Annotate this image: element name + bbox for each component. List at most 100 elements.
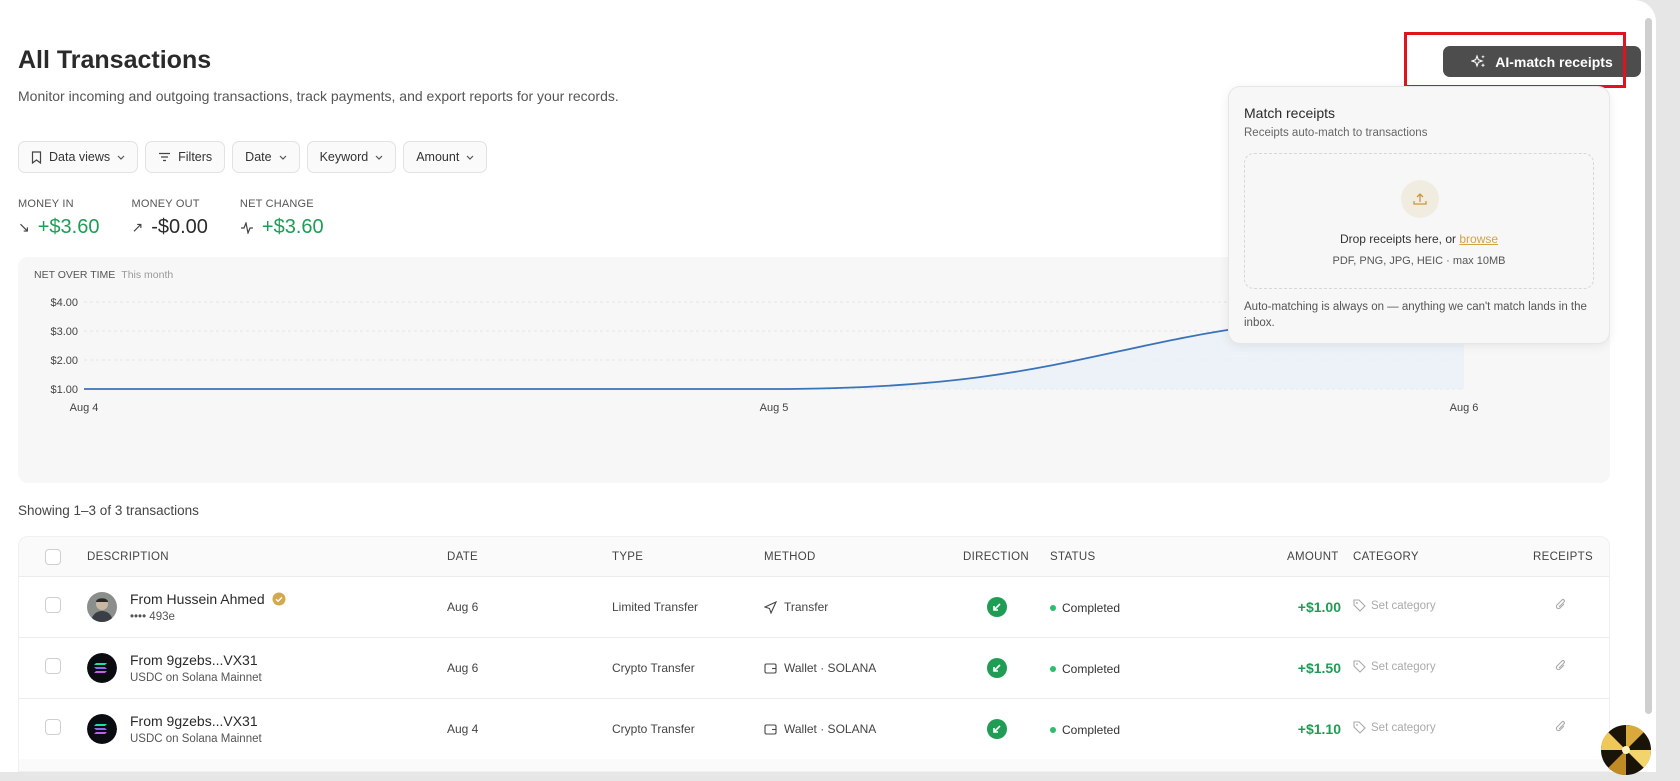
popover-title: Match receipts [1244,105,1335,121]
y-tick-label: $4.00 [50,297,78,309]
assistant-launcher-icon[interactable] [1600,724,1652,776]
chevron-down-icon [375,155,383,160]
keyword-filter-label: Keyword [320,150,369,164]
wallet-icon [764,662,777,674]
bookmark-icon [31,151,42,164]
x-tick-label: Aug 4 [70,402,99,414]
date-filter-label: Date [245,150,271,164]
method-cell: Wallet · SOLANA [784,722,876,736]
tag-icon [1353,721,1366,734]
type-cell: Crypto Transfer [612,722,695,736]
type-cell: Crypto Transfer [612,661,695,675]
arrow-up-right-icon: ↗ [131,219,143,236]
kpi-value: +$3.60 [262,216,324,239]
date-filter-button[interactable]: Date [232,141,299,173]
incoming-direction-icon [987,597,1007,617]
set-category-button[interactable]: Set category [1353,599,1436,612]
filters-button[interactable]: Filters [145,141,225,173]
kpi-row: MONEY IN ↘ +$3.60 MONEY OUT ↗ -$0.00 NET… [18,198,324,239]
column-header-amount[interactable]: AMOUNT [1287,551,1339,563]
filter-bar: Data views Filters Date Keyword Amount [18,141,487,173]
incoming-direction-icon [987,658,1007,678]
status-badge: Completed [1062,601,1120,615]
showing-count: Showing 1–3 of 3 transactions [18,503,199,518]
solana-avatar [87,653,117,683]
kpi-money-in: MONEY IN ↘ +$3.60 [18,198,99,239]
amount-filter-button[interactable]: Amount [403,141,487,173]
keyword-filter-button[interactable]: Keyword [307,141,397,173]
column-header-date[interactable]: DATE [447,551,478,563]
kpi-label: MONEY OUT [131,198,207,210]
column-header-type[interactable]: TYPE [612,551,643,563]
status-badge: Completed [1062,662,1120,676]
x-tick-label: Aug 6 [1450,402,1479,414]
arrow-down-right-icon: ↘ [18,219,30,236]
verified-badge-icon [272,592,286,606]
row-checkbox[interactable] [45,658,61,674]
kpi-value: +$3.60 [38,216,100,239]
description-sub: USDC on Solana Mainnet [130,733,262,745]
column-header-description[interactable]: DESCRIPTION [87,551,169,563]
tag-icon [1353,599,1366,612]
paperclip-icon[interactable] [1555,720,1567,734]
filter-lines-icon [158,152,171,162]
scrollbar[interactable] [1645,18,1652,714]
column-header-status[interactable]: STATUS [1050,551,1095,563]
tag-icon [1353,660,1366,673]
table-row[interactable]: From Hussein Ahmed •••• 493e Aug 6 Limit… [19,576,1609,637]
set-category-button[interactable]: Set category [1353,660,1436,673]
date-cell: Aug 6 [447,600,478,614]
column-header-receipts[interactable]: RECEIPTS [1533,551,1593,563]
ai-match-label: AI-match receipts [1495,54,1612,70]
paperclip-icon[interactable] [1555,659,1567,673]
data-views-label: Data views [49,150,110,164]
select-all-checkbox[interactable] [45,549,61,565]
status-badge: Completed [1062,723,1120,737]
popover-subtitle: Receipts auto-match to transactions [1244,127,1427,139]
y-tick-label: $1.00 [50,384,78,396]
solana-avatar [87,714,117,744]
drop-prompt: Drop receipts here, or [1340,232,1459,246]
table-row[interactable]: From 9gzebs...VX31 USDC on Solana Mainne… [19,637,1609,698]
wallet-icon [764,723,777,735]
data-views-button[interactable]: Data views [18,141,138,173]
y-tick-label: $2.00 [50,355,78,367]
row-checkbox[interactable] [45,597,61,613]
amount-cell: +$1.50 [1298,660,1341,676]
x-tick-label: Aug 5 [760,402,789,414]
chevron-down-icon [117,155,125,160]
set-category-label: Set category [1371,661,1436,673]
method-cell: Wallet · SOLANA [784,661,876,675]
row-checkbox[interactable] [45,719,61,735]
description-title: From Hussein Ahmed [130,591,265,607]
method-cell: Transfer [784,600,828,614]
ai-match-receipts-button[interactable]: AI-match receipts [1443,46,1641,77]
column-header-category[interactable]: CATEGORY [1353,551,1419,563]
description-title: From 9gzebs...VX31 [130,652,258,668]
avatar [87,592,117,622]
match-receipts-popover: Match receipts Receipts auto-match to tr… [1228,86,1610,344]
description-title: From 9gzebs...VX31 [130,713,258,729]
chevron-down-icon [279,155,287,160]
paperclip-icon[interactable] [1555,598,1567,612]
incoming-direction-icon [987,719,1007,739]
kpi-label: NET CHANGE [240,198,324,210]
column-header-direction[interactable]: DIRECTION [963,551,1029,563]
receipt-dropzone[interactable]: Drop receipts here, or browse PDF, PNG, … [1244,153,1594,289]
table-row[interactable]: From 9gzebs...VX31 USDC on Solana Mainne… [19,698,1609,759]
browse-link[interactable]: browse [1459,232,1498,246]
date-cell: Aug 6 [447,661,478,675]
set-category-label: Set category [1371,600,1436,612]
send-icon [764,601,777,614]
set-category-button[interactable]: Set category [1353,721,1436,734]
transactions-table: DESCRIPTION DATE TYPE METHOD DIRECTION S… [18,536,1610,772]
status-dot [1050,605,1056,611]
status-dot [1050,727,1056,733]
type-cell: Limited Transfer [612,600,698,614]
sparkles-icon [1471,54,1487,70]
column-header-method[interactable]: METHOD [764,551,816,563]
upload-icon [1401,180,1439,218]
filters-label: Filters [178,150,212,164]
kpi-value: -$0.00 [151,216,208,239]
amount-cell: +$1.10 [1298,721,1341,737]
